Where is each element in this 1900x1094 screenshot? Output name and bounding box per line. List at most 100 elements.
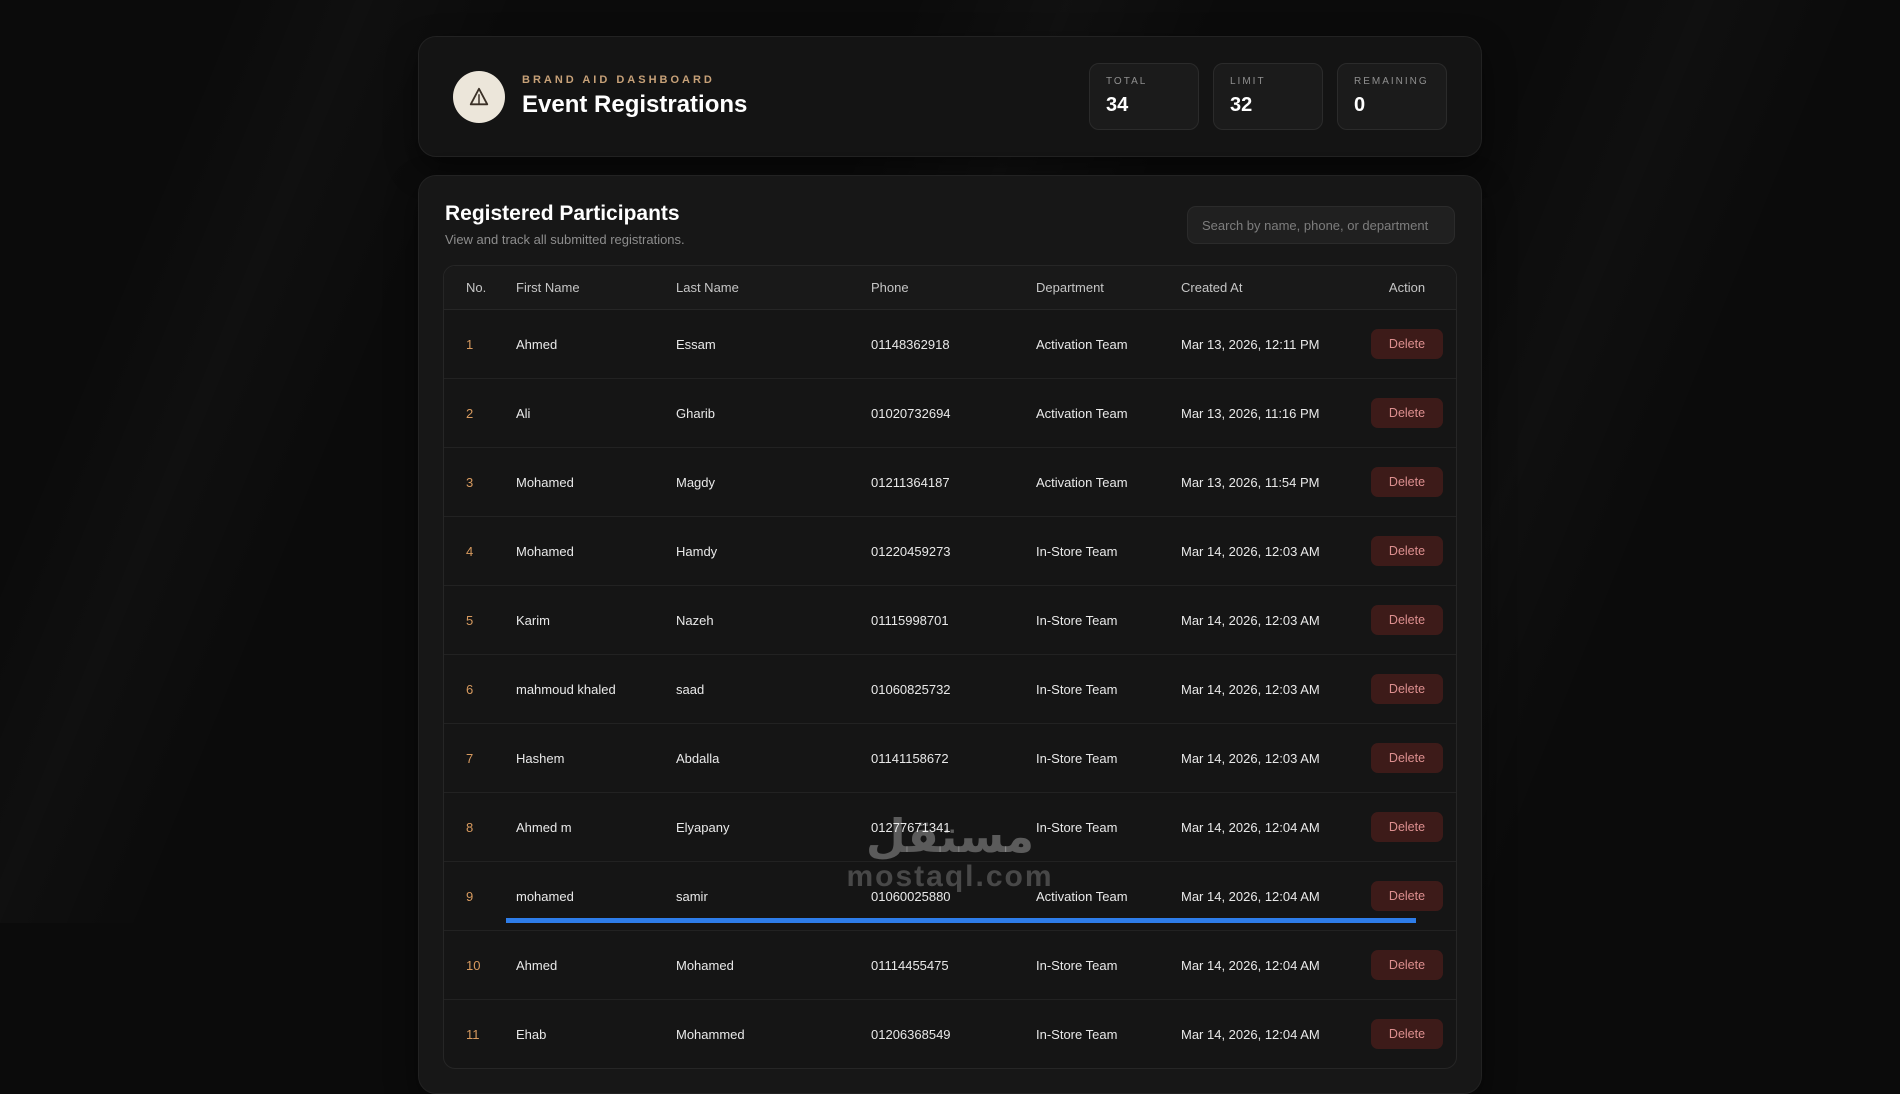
column-header-no: No. (444, 266, 504, 310)
first-name-cell: mahmoud khaled (504, 654, 664, 724)
created-at-cell: Mar 14, 2026, 12:04 AM (1169, 792, 1354, 862)
stat-label: REMAINING (1354, 76, 1429, 87)
delete-button[interactable]: Delete (1370, 743, 1444, 773)
phone-cell: 01060825732 (859, 654, 1024, 724)
phone-cell: 01148362918 (859, 309, 1024, 379)
delete-button[interactable]: Delete (1370, 812, 1444, 842)
first-name-cell: Hashem (504, 723, 664, 793)
column-header-action: Action (1354, 266, 1456, 310)
content-container: BRAND AID DASHBOARD Event Registrations … (418, 0, 1482, 1094)
column-header-last-name: Last Name (664, 266, 859, 310)
department-cell: In-Store Team (1024, 654, 1169, 724)
last-name-cell: Essam (664, 309, 859, 379)
search-input[interactable] (1187, 206, 1455, 244)
phone-cell: 01277671341 (859, 792, 1024, 862)
action-cell: Delete (1354, 447, 1456, 517)
department-cell: In-Store Team (1024, 585, 1169, 655)
phone-cell: 01141158672 (859, 723, 1024, 793)
row-number-cell: 6 (444, 654, 504, 724)
last-name-cell: Nazeh (664, 585, 859, 655)
brand-logo-icon (469, 87, 489, 105)
delete-button[interactable]: Delete (1370, 605, 1444, 635)
delete-button[interactable]: Delete (1370, 329, 1444, 359)
delete-button[interactable]: Delete (1370, 950, 1444, 980)
first-name-cell: Ali (504, 378, 664, 448)
last-name-cell: Elyapany (664, 792, 859, 862)
last-name-cell: Hamdy (664, 516, 859, 586)
department-cell: In-Store Team (1024, 792, 1169, 862)
first-name-cell: Karim (504, 585, 664, 655)
last-name-cell: Mohammed (676, 1026, 745, 1042)
created-at-cell: Mar 14, 2026, 12:04 AM (1181, 1026, 1320, 1042)
first-name-cell: Mohamed (504, 447, 664, 517)
department-cell: Activation Team (1024, 309, 1169, 379)
department-cell: Activation Team (1024, 378, 1169, 448)
table-row: 5 Karim Nazeh 01115998701 In-Store Team … (444, 585, 1456, 655)
department-cell: In-Store Team (1024, 723, 1169, 793)
page-title: Event Registrations (522, 91, 748, 118)
phone-cell: 01206368549 (871, 1026, 951, 1042)
phone-cell: 01115998701 (859, 585, 1024, 655)
stat-value: 32 (1230, 94, 1253, 116)
created-at-cell: Mar 14, 2026, 12:03 AM (1169, 585, 1354, 655)
row-number-cell: 2 (444, 378, 504, 448)
table-row: 10 Ahmed Mohamed 01114455475 In-Store Te… (444, 930, 1456, 1000)
delete-button[interactable]: Delete (1370, 1019, 1444, 1049)
stat-card-limit: LIMIT 32 (1213, 63, 1323, 130)
action-cell: Delete (1354, 378, 1456, 448)
table-row: 2 Ali Gharib 01020732694 Activation Team… (444, 378, 1456, 448)
delete-button[interactable]: Delete (1370, 398, 1444, 428)
row-number-cell: 5 (444, 585, 504, 655)
phone-cell: 01020732694 (859, 378, 1024, 448)
participants-card-header: Registered Participants View and track a… (443, 200, 1457, 265)
action-cell: Delete (1354, 723, 1456, 793)
created-at-cell: Mar 13, 2026, 12:11 PM (1169, 309, 1354, 379)
video-progress-bar[interactable] (506, 918, 1416, 923)
created-at-cell: Mar 14, 2026, 12:04 AM (1169, 930, 1354, 1000)
phone-cell: 01211364187 (859, 447, 1024, 517)
table-row: 1 Ahmed Essam 01148362918 Activation Tea… (444, 309, 1456, 379)
department-cell: Activation Team (1024, 447, 1169, 517)
delete-button[interactable]: Delete (1370, 536, 1444, 566)
delete-button[interactable]: Delete (1370, 467, 1444, 497)
stat-card-remaining: REMAINING 0 (1337, 63, 1447, 130)
action-cell: Delete (1354, 792, 1456, 862)
action-cell: Delete (1354, 654, 1456, 724)
page-background: BRAND AID DASHBOARD Event Registrations … (0, 0, 1900, 1094)
created-at-cell: Mar 13, 2026, 11:16 PM (1169, 378, 1354, 448)
delete-button[interactable]: Delete (1370, 674, 1444, 704)
column-header-phone: Phone (859, 266, 1024, 310)
last-name-cell: Magdy (664, 447, 859, 517)
delete-button[interactable]: Delete (1370, 881, 1444, 911)
stat-label: TOTAL (1106, 76, 1148, 87)
last-name-cell: Mohamed (664, 930, 859, 1000)
first-name-cell: Ehab (516, 1026, 547, 1042)
department-cell: In-Store Team (1024, 930, 1169, 1000)
action-cell: Delete (1354, 309, 1456, 379)
created-at-cell: Mar 14, 2026, 12:03 AM (1169, 516, 1354, 586)
row-number-cell: 10 (444, 930, 504, 1000)
row-number-cell: 1 (444, 309, 504, 379)
last-name-cell: saad (664, 654, 859, 724)
participants-table: No. First Name Last Name Phone Departmen… (443, 265, 1457, 1069)
dashboard-header: BRAND AID DASHBOARD Event Registrations … (418, 36, 1482, 157)
stat-value: 34 (1106, 94, 1129, 116)
brand-logo (453, 70, 505, 123)
column-header-first-name: First Name (504, 266, 664, 310)
participants-heading: Registered Participants View and track a… (445, 202, 685, 247)
brand-label: BRAND AID DASHBOARD (522, 74, 715, 86)
stat-card-total: TOTAL 34 (1089, 63, 1199, 130)
last-name-cell: Gharib (664, 378, 859, 448)
brand-group: BRAND AID DASHBOARD Event Registrations (453, 70, 748, 123)
row-number-cell: 4 (444, 516, 504, 586)
table-row: 3 Mohamed Magdy 01211364187 Activation T… (444, 447, 1456, 517)
row-number-cell: 8 (444, 792, 504, 862)
department-cell: In-Store Team (1036, 1026, 1118, 1042)
section-title: Registered Participants (445, 202, 680, 225)
action-cell: Delete (1354, 585, 1456, 655)
column-header-department: Department (1024, 266, 1169, 310)
phone-cell: 01114455475 (859, 930, 1024, 1000)
created-at-cell: Mar 13, 2026, 11:54 PM (1169, 447, 1354, 517)
created-at-cell: Mar 14, 2026, 12:03 AM (1169, 723, 1354, 793)
last-name-cell: Abdalla (664, 723, 859, 793)
